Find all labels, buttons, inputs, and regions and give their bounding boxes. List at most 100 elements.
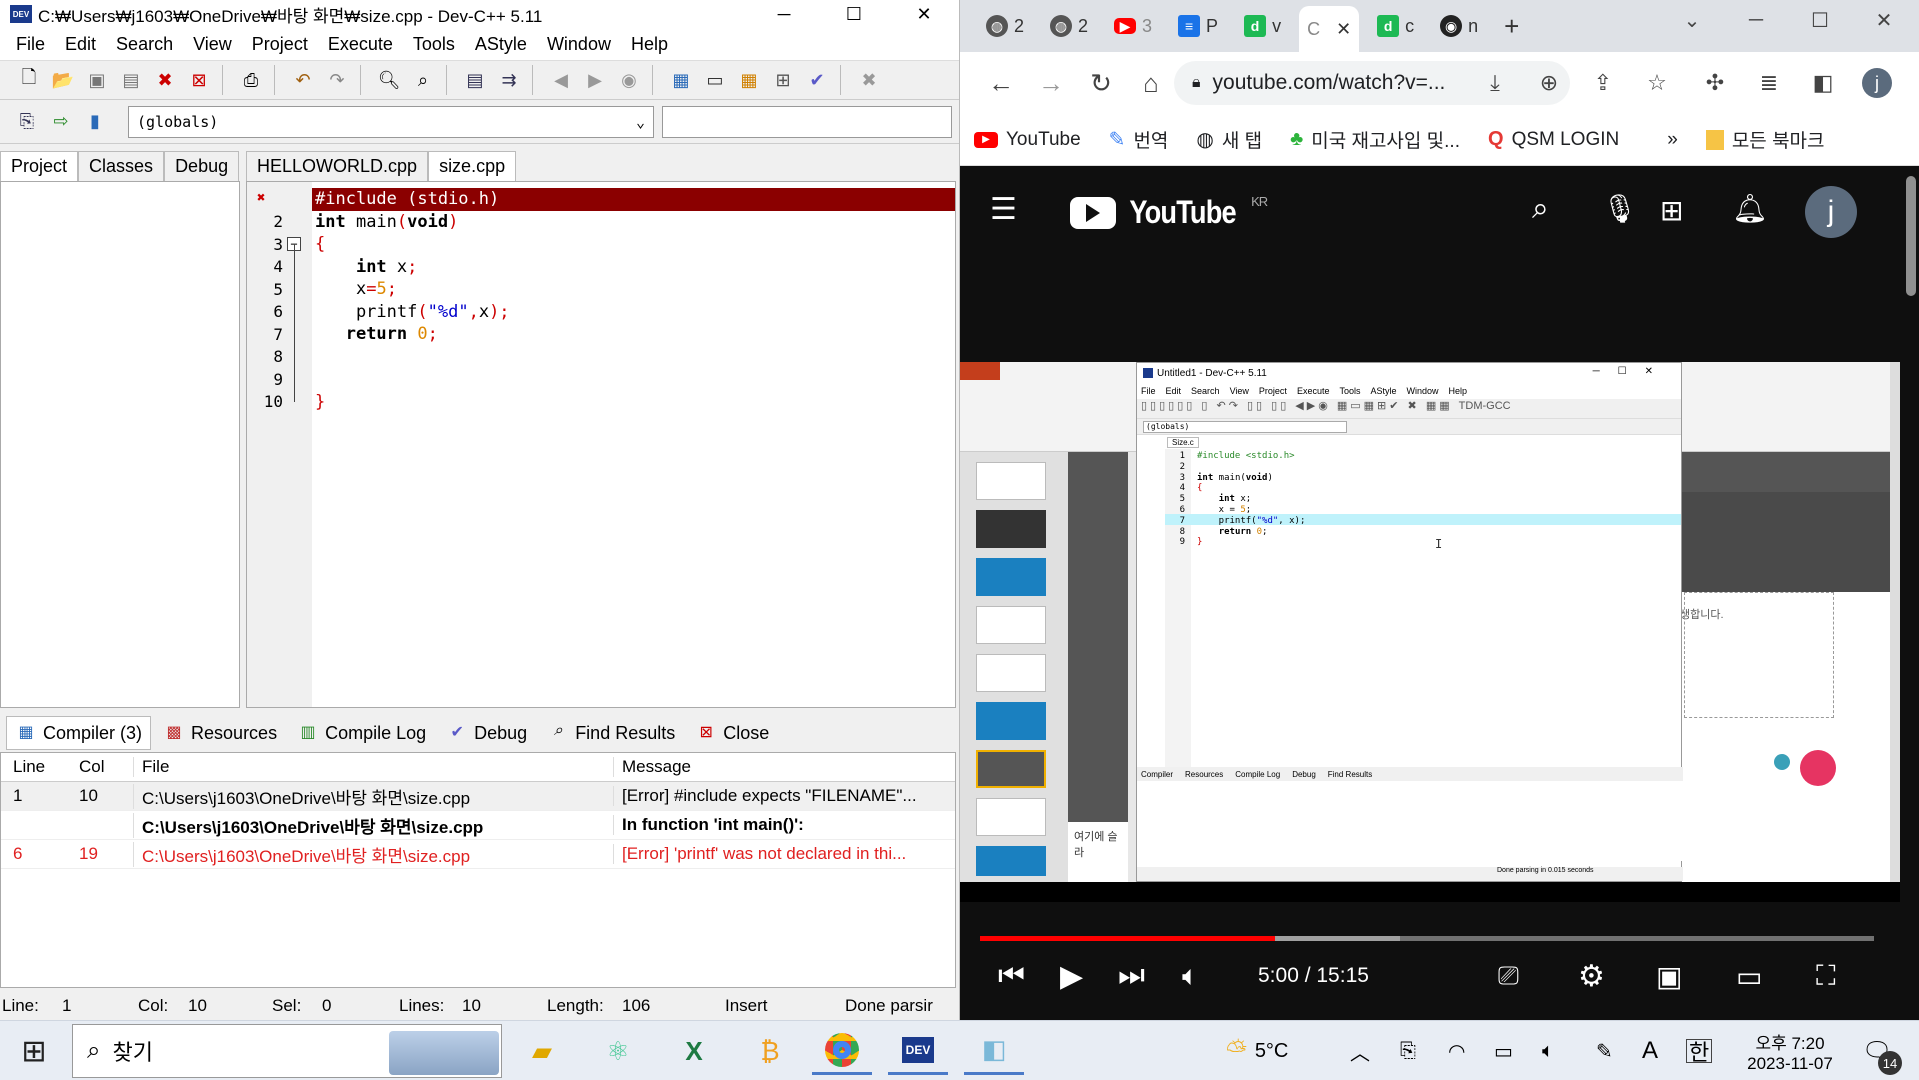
tab-close[interactable]: ⊠ Close — [687, 722, 777, 744]
fullscreen-icon[interactable]: ⛶ — [1816, 960, 1836, 993]
col-header-message[interactable]: Message — [613, 757, 948, 777]
scope-combo[interactable]: (globals) ⌄ — [128, 105, 654, 138]
paint-app-icon[interactable]: ◧ — [964, 1027, 1024, 1075]
table-row[interactable]: 6 19 C:\Users\j1603\OneDrive\바탕 화면\size.… — [1, 840, 955, 869]
extensions-icon[interactable]: ✣ — [1690, 58, 1740, 108]
menu-hamburger-icon[interactable]: ☰ — [990, 195, 1020, 225]
clock[interactable]: 오후 7:20 2023-11-07 — [1730, 1021, 1850, 1080]
weather-widget[interactable]: ⛅︎ 5°C — [1226, 1021, 1288, 1080]
save-all-icon[interactable]: ▤ — [116, 65, 146, 95]
bookmark-star-icon[interactable]: ☆ — [1632, 58, 1682, 108]
rebuild-icon[interactable]: ⊞ — [768, 65, 798, 95]
microphone-icon[interactable]: 🎙︎ — [1602, 192, 1638, 225]
unindent-icon[interactable]: ▶ — [580, 65, 610, 95]
bookmark-icon[interactable]: ⇉ — [494, 65, 524, 95]
new-file-icon[interactable]: 🗋 — [14, 65, 44, 95]
bookmark-item[interactable]: Q QSM LOGIN — [1474, 128, 1633, 151]
code-line-2[interactable]: 2 int main(void) — [247, 211, 955, 234]
video-player[interactable]: 여기에 슬라 생합니다. Untitled1 - Dev-C++ 5.11 ─☐… — [960, 362, 1900, 902]
menu-view[interactable]: View — [183, 28, 242, 60]
browser-tab[interactable]: ◉ n — [1432, 9, 1486, 43]
settings-gear-icon[interactable]: ⚙︎ — [1578, 959, 1605, 994]
compile-icon[interactable]: ▦ — [666, 65, 696, 95]
tab-project[interactable]: Project — [0, 151, 79, 181]
theater-mode-icon[interactable]: ▭ — [1736, 960, 1762, 993]
maximize-button[interactable]: ☐ — [1788, 0, 1852, 40]
toggle-comment-icon[interactable]: ◉ — [614, 65, 644, 95]
minimize-button[interactable]: ─ — [749, 0, 819, 28]
project-new-icon[interactable]: ⎘ — [12, 107, 42, 137]
search-icon[interactable]: ⌕ — [1532, 192, 1549, 226]
browser-tab[interactable]: ◍ 2 — [978, 9, 1032, 43]
subtitles-icon[interactable]: ⎚ — [1498, 960, 1519, 992]
code-line-8[interactable]: 8 — [247, 346, 955, 369]
project-browser[interactable] — [0, 181, 240, 708]
play-icon[interactable]: ▶ — [1060, 959, 1083, 994]
menu-search[interactable]: Search — [106, 28, 183, 60]
windows-start-icon[interactable]: ⊞ — [4, 1027, 64, 1075]
col-header-file[interactable]: File — [133, 757, 613, 777]
miniplayer-icon[interactable]: ▣ — [1656, 960, 1682, 993]
run-icon[interactable]: ▭ — [700, 65, 730, 95]
menu-help[interactable]: Help — [621, 28, 678, 60]
close-all-icon[interactable]: ⊠ — [184, 65, 214, 95]
page-scrollbar[interactable] — [1906, 176, 1916, 296]
secure-lock-icon[interactable]: 🔒︎ — [1192, 74, 1201, 92]
tab-debug[interactable]: Debug — [164, 151, 240, 181]
tab-find-results[interactable]: ⌕ Find Results — [539, 722, 683, 744]
new-tab-button[interactable]: + — [1496, 5, 1527, 48]
kebab-menu-icon[interactable]: ⋮ — [1906, 58, 1919, 108]
tab-size-cpp[interactable]: size.cpp — [428, 151, 517, 181]
goto-icon[interactable]: ▤ — [460, 65, 490, 95]
syntax-check-icon[interactable]: ✔ — [802, 65, 832, 95]
redo-icon[interactable]: ↷ — [322, 65, 352, 95]
menu-execute[interactable]: Execute — [318, 28, 403, 60]
code-line-3[interactable]: 3 − { — [247, 233, 955, 256]
close-button[interactable]: ✕ — [889, 0, 959, 28]
browser-tab[interactable]: ▶ 3 — [1106, 10, 1160, 43]
code-line-7[interactable]: 7 return 0; — [247, 323, 955, 346]
browser-tab[interactable]: ≡ P — [1170, 9, 1226, 43]
close-file-icon[interactable]: ✖ — [150, 65, 180, 95]
table-row[interactable]: 1 10 C:\Users\j1603\OneDrive\바탕 화면\size.… — [1, 782, 955, 811]
browser-tab[interactable]: ◍ 2 — [1042, 9, 1096, 43]
youtube-logo[interactable]: YouTube KR — [1070, 194, 1268, 231]
menu-window[interactable]: Window — [537, 28, 621, 60]
project-remove-icon[interactable]: ▮ — [80, 107, 110, 137]
meet-now-icon[interactable]: ⎘ — [1400, 1021, 1416, 1080]
ime-korean[interactable]: 한 — [1686, 1039, 1713, 1065]
account-avatar[interactable]: j — [1805, 186, 1857, 238]
menu-file[interactable]: File — [6, 28, 55, 60]
browser-tab-active[interactable]: C ✕ — [1299, 6, 1360, 52]
compile-run-icon[interactable]: ▦ — [734, 65, 764, 95]
install-icon[interactable]: ⤓ — [1470, 58, 1520, 108]
zoom-icon[interactable]: ⊕ — [1524, 58, 1574, 108]
media-controls-icon[interactable]: ≣ — [1744, 58, 1794, 108]
find-icon[interactable]: 🔍︎ — [374, 65, 404, 95]
function-combo[interactable] — [662, 105, 952, 138]
tab-compile-log[interactable]: ▥ Compile Log — [289, 722, 434, 744]
share-icon[interactable]: ⇪ — [1578, 58, 1628, 108]
ime-mode[interactable]: A — [1642, 1021, 1658, 1080]
video-progress-bar[interactable] — [980, 936, 1874, 941]
tab-search-icon[interactable]: ⌄ — [1660, 0, 1724, 40]
indent-icon[interactable]: ◀ — [546, 65, 576, 95]
previous-icon[interactable]: ⏮︎ — [998, 959, 1025, 993]
atom-icon[interactable]: ⚛ — [588, 1027, 648, 1075]
battery-icon[interactable]: ▭ — [1494, 1021, 1513, 1080]
col-header-col[interactable]: Col — [73, 757, 133, 777]
show-hidden-icons-icon[interactable]: ︿ — [1350, 1021, 1370, 1080]
maximize-button[interactable]: ☐ — [819, 0, 889, 28]
tab-debug-bottom[interactable]: ✔ Debug — [438, 722, 535, 744]
notifications-bell-icon[interactable]: 🔔︎ — [1732, 192, 1768, 225]
volume-icon[interactable]: 🔈︎ — [1182, 960, 1199, 993]
code-line-6[interactable]: 6 printf("%d",x); — [247, 301, 955, 324]
devcpp-taskbar-icon[interactable]: DEV — [888, 1027, 948, 1075]
notes-app-icon[interactable]: ₿ — [740, 1027, 800, 1075]
print-icon[interactable]: ⎙ — [236, 65, 266, 95]
side-panel-icon[interactable]: ◧ — [1798, 58, 1848, 108]
speaker-icon[interactable]: 🔈︎ — [1542, 1021, 1554, 1080]
open-file-icon[interactable]: 📂 — [48, 65, 78, 95]
bookmark-item[interactable]: ✎ 번역 — [1095, 126, 1183, 153]
replace-icon[interactable]: ⌕ — [408, 65, 438, 95]
